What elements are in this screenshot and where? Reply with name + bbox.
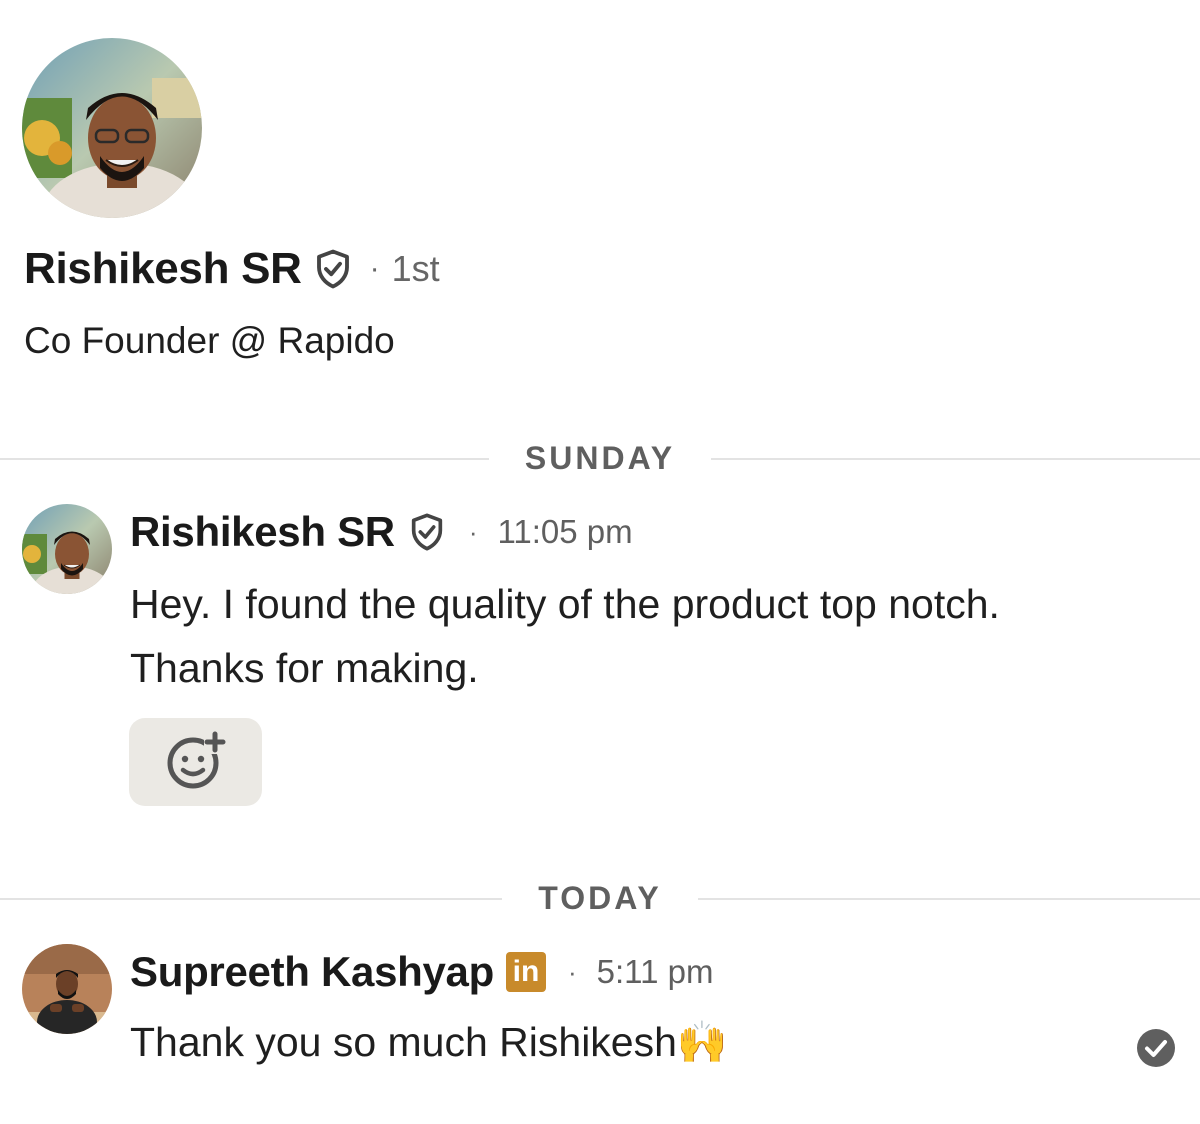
- connection-degree: 1st: [391, 248, 440, 289]
- sender-avatar[interactable]: [22, 504, 112, 594]
- divider-line: [697, 897, 1200, 900]
- sender-name[interactable]: Rishikesh SR: [130, 508, 395, 556]
- separator-dot: ·: [369, 252, 380, 285]
- date-divider-today: TODAY: [0, 880, 1200, 917]
- divider-line: [0, 897, 503, 900]
- message-header: Supreeth Kashyap in · 5:11 pm: [130, 948, 713, 996]
- date-label: SUNDAY: [524, 440, 676, 476]
- message-line: Thank you so much Rishikesh🙌: [130, 1019, 728, 1065]
- shield-check-icon: [312, 248, 354, 290]
- profile-headline: Co Founder @ Rapido: [24, 320, 395, 361]
- message-time: 5:11 pm: [596, 953, 714, 990]
- add-reaction-icon: [164, 728, 228, 797]
- message-header: Rishikesh SR · 11:05 pm: [130, 508, 633, 556]
- separator-dot: ·: [567, 956, 577, 987]
- message-text: Hey. I found the quality of the product …: [130, 572, 1000, 700]
- add-reaction-button[interactable]: [129, 718, 262, 806]
- sender-avatar[interactable]: [22, 944, 112, 1034]
- shield-check-icon: [407, 512, 447, 552]
- profile-name[interactable]: Rishikesh SR: [24, 244, 302, 294]
- profile-avatar[interactable]: [22, 38, 202, 218]
- message-time: 11:05 pm: [497, 513, 633, 550]
- separator-dot: ·: [468, 516, 478, 547]
- linkedin-icon: in: [505, 952, 546, 992]
- message-text: Thank you so much Rishikesh🙌: [130, 1010, 728, 1074]
- message-line: Hey. I found the quality of the product …: [130, 581, 1000, 627]
- divider-line: [0, 457, 489, 460]
- sender-name[interactable]: Supreeth Kashyap: [130, 948, 494, 996]
- date-divider-sunday: SUNDAY: [0, 440, 1200, 477]
- message-line: Thanks for making.: [130, 645, 479, 691]
- divider-line: [711, 457, 1200, 460]
- read-check-icon: [1136, 1028, 1176, 1068]
- date-label: TODAY: [538, 880, 662, 916]
- profile-name-row: Rishikesh SR · 1st: [24, 244, 440, 294]
